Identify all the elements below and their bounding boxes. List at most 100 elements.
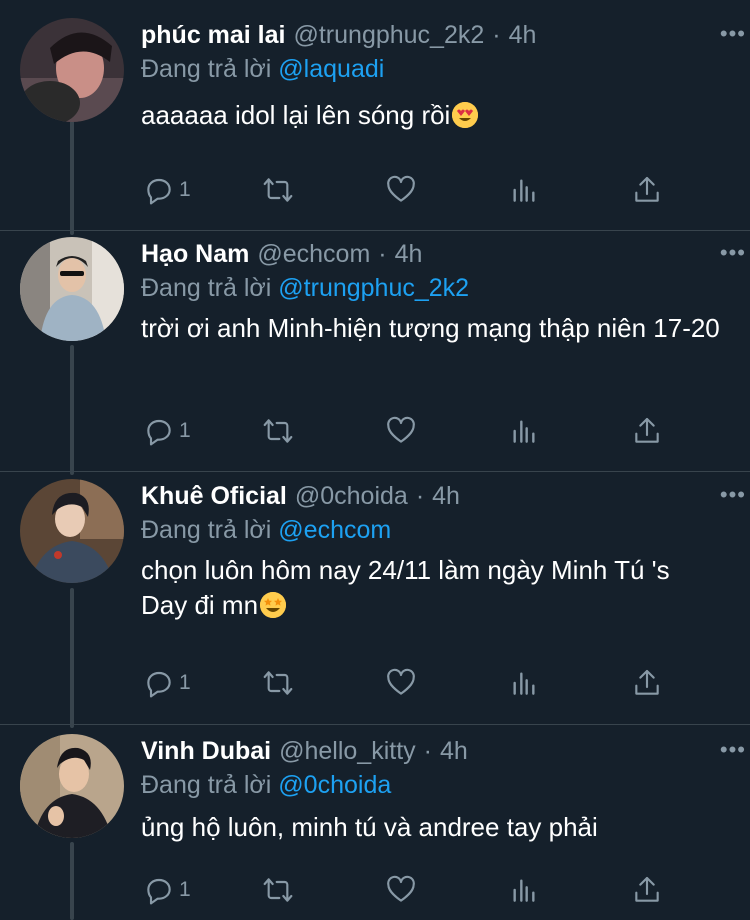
avatar[interactable] <box>20 479 124 583</box>
tweet-actions: 1 <box>141 170 701 210</box>
replying-to-label: Đang trả lời <box>141 274 272 302</box>
like-button[interactable] <box>385 170 417 210</box>
more-options-icon[interactable]: ••• <box>720 242 746 264</box>
divider <box>0 230 750 231</box>
tweet-body: chọn luôn hôm nay 24/11 làm ngày Minh Tú… <box>141 555 670 620</box>
tweet[interactable]: Vinh Dubai @hello_kitty · 4h Đang trả lờ… <box>0 734 750 920</box>
retweet-icon <box>263 419 293 443</box>
analytics-button[interactable] <box>508 663 540 703</box>
mention-link[interactable]: @echcom <box>278 516 391 544</box>
tweet-actions: 1 <box>141 411 701 451</box>
avatar[interactable] <box>20 18 124 122</box>
divider <box>0 471 750 472</box>
mention-link[interactable]: @0choida <box>278 771 391 799</box>
author-handle[interactable]: @echcom <box>257 240 370 269</box>
tweet[interactable]: phúc mai lai @trungphuc_2k2 · 4h Đang tr… <box>0 18 750 228</box>
tweet-body: aaaaaa idol lại lên sóng rồi <box>141 100 451 130</box>
heart-icon <box>387 416 415 443</box>
star-struck-emoji <box>260 592 287 618</box>
timestamp[interactable]: 4h <box>395 240 423 269</box>
tweet[interactable]: Hạo Nam @echcom · 4h Đang trả lời @trung… <box>0 237 750 467</box>
replying-to-label: Đang trả lời <box>141 516 272 544</box>
separator-dot: · <box>423 736 432 765</box>
share-button[interactable] <box>631 170 663 210</box>
reply-button[interactable]: 1 <box>143 870 191 910</box>
replying-to-label: Đang trả lời <box>141 771 272 799</box>
author-handle[interactable]: @trungphuc_2k2 <box>293 21 484 50</box>
replying-to: Đang trả lời @trungphuc_2k2 <box>141 271 730 305</box>
mention-link[interactable]: @trungphuc_2k2 <box>278 274 469 302</box>
retweet-icon <box>263 671 293 695</box>
tweet-text: ủng hộ luôn, minh tú và andree tay phải <box>141 812 598 842</box>
timestamp[interactable]: 4h <box>440 737 468 766</box>
tweet-actions: 1 <box>141 870 701 910</box>
mention-link[interactable]: @laquadi <box>278 55 384 83</box>
analytics-icon <box>513 672 535 695</box>
heart-icon <box>387 668 415 695</box>
author-name[interactable]: Hạo Nam <box>141 240 249 269</box>
replying-to: Đang trả lời @laquadi <box>141 52 730 86</box>
more-options-icon[interactable]: ••• <box>720 484 746 506</box>
reply-button[interactable]: 1 <box>143 170 191 210</box>
author-name[interactable]: Vinh Dubai <box>141 737 271 766</box>
heart-icon <box>387 875 415 902</box>
timestamp[interactable]: 4h <box>432 482 460 511</box>
analytics-button[interactable] <box>508 411 540 451</box>
reply-button[interactable]: 1 <box>143 663 191 703</box>
timestamp[interactable]: 4h <box>509 21 537 50</box>
author-name[interactable]: Khuê Oficial <box>141 482 287 511</box>
reply-button[interactable]: 1 <box>143 411 191 451</box>
share-button[interactable] <box>631 411 663 451</box>
reply-count: 1 <box>179 419 191 442</box>
share-button[interactable] <box>631 663 663 703</box>
reply-count: 1 <box>179 878 191 901</box>
reply-icon <box>147 419 171 446</box>
share-button[interactable] <box>631 870 663 910</box>
analytics-icon <box>513 179 535 202</box>
analytics-button[interactable] <box>508 170 540 210</box>
replying-to-label: Đang trả lời <box>141 55 272 83</box>
tweet-text: trời ơi anh Minh-hiện tượng mạng thập ni… <box>141 313 720 343</box>
share-icon <box>635 669 659 695</box>
share-icon <box>635 417 659 443</box>
separator-dot: · <box>415 481 425 510</box>
replying-to: Đang trả lời @0choida <box>141 768 730 802</box>
reply-icon <box>147 878 171 905</box>
like-button[interactable] <box>385 663 417 703</box>
avatar[interactable] <box>20 237 124 341</box>
retweet-button[interactable] <box>262 663 294 703</box>
like-button[interactable] <box>385 411 417 451</box>
tweet-header: Khuê Oficial @0choida · 4h <box>141 479 730 513</box>
tweet-header: Hạo Nam @echcom · 4h <box>141 237 730 271</box>
analytics-icon <box>513 879 535 902</box>
tweet-text: aaaaaa idol lại lên sóng rồi <box>141 98 730 133</box>
reply-icon <box>147 178 171 205</box>
like-button[interactable] <box>385 870 417 910</box>
author-name[interactable]: phúc mai lai <box>141 21 285 50</box>
author-handle[interactable]: @0choida <box>295 482 408 511</box>
share-icon <box>635 176 659 202</box>
replying-to: Đang trả lời @echcom <box>141 513 730 547</box>
heart-icon <box>387 175 415 202</box>
share-icon <box>635 876 659 902</box>
more-options-icon[interactable]: ••• <box>720 739 746 761</box>
divider <box>0 724 750 725</box>
retweet-button[interactable] <box>262 870 294 910</box>
avatar[interactable] <box>20 734 124 838</box>
tweet-header: Vinh Dubai @hello_kitty · 4h <box>141 734 730 768</box>
retweet-icon <box>263 878 293 902</box>
more-options-icon[interactable]: ••• <box>720 23 746 45</box>
tweet[interactable]: Khuê Oficial @0choida · 4h Đang trả lời … <box>0 479 750 719</box>
retweet-icon <box>263 178 293 202</box>
author-handle[interactable]: @hello_kitty <box>279 737 416 766</box>
reply-icon <box>147 671 171 698</box>
retweet-button[interactable] <box>262 411 294 451</box>
reply-count: 1 <box>179 671 191 694</box>
analytics-icon <box>513 420 535 443</box>
tweet-header: phúc mai lai @trungphuc_2k2 · 4h <box>141 18 730 52</box>
analytics-button[interactable] <box>508 870 540 910</box>
reply-count: 1 <box>179 178 191 201</box>
retweet-button[interactable] <box>262 170 294 210</box>
separator-dot: · <box>378 239 387 268</box>
separator-dot: · <box>492 20 501 49</box>
